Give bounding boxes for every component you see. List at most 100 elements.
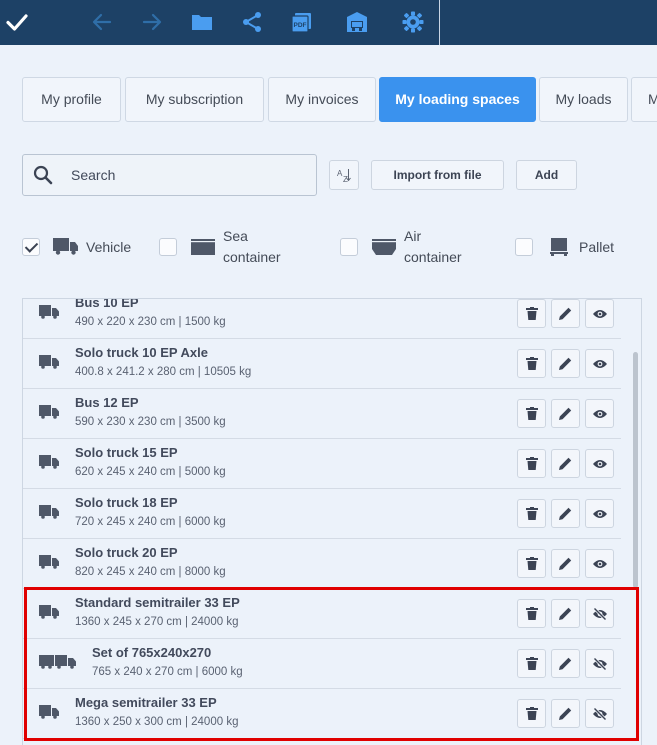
arrow-right-icon[interactable] (139, 9, 165, 35)
truck-icon (39, 605, 59, 624)
list-item[interactable]: Solo truck 10 EP Axle 400.8 x 241.2 x 28… (23, 339, 621, 389)
visibility-button[interactable] (585, 399, 614, 428)
eye-icon (592, 459, 607, 468)
list-item[interactable]: Bus 10 EP 490 x 220 x 230 cm | 1500 kg (23, 299, 621, 339)
tab-my-profile[interactable]: My profile (22, 77, 121, 122)
visibility-button[interactable] (585, 599, 614, 628)
vehicle-checkbox[interactable] (22, 238, 40, 256)
import-from-file-button[interactable]: Import from file (371, 160, 504, 190)
visibility-button[interactable] (585, 649, 614, 678)
top-toolbar: PDF (0, 0, 657, 45)
item-dimensions: 590 x 230 x 230 cm | 3500 kg (75, 416, 226, 428)
edit-button[interactable] (551, 349, 580, 378)
loading-spaces-list[interactable]: Bus 10 EP 490 x 220 x 230 cm | 1500 kg S… (22, 298, 642, 745)
eye-slash-icon (592, 607, 607, 620)
list-item[interactable]: Bus 12 EP 590 x 230 x 230 cm | 3500 kg (23, 389, 621, 439)
delete-button[interactable] (517, 399, 546, 428)
pencil-icon (559, 707, 572, 720)
item-dimensions: 1360 x 250 x 300 cm | 24000 kg (75, 716, 239, 728)
eye-icon (592, 509, 607, 518)
item-dimensions: 720 x 245 x 240 cm | 6000 kg (75, 516, 226, 528)
list-item[interactable]: Solo truck 20 EP 820 x 245 x 240 cm | 80… (23, 539, 621, 589)
filter-sea-container: Sea container (159, 226, 299, 268)
delete-button[interactable] (517, 349, 546, 378)
garage-icon[interactable] (344, 9, 370, 35)
item-dimensions: 400.8 x 241.2 x 280 cm | 10505 kg (75, 366, 252, 378)
edit-button[interactable] (551, 549, 580, 578)
truck-icon (39, 455, 59, 474)
gear-icon[interactable] (400, 9, 426, 35)
tab-my-invoices[interactable]: My invoices (268, 77, 376, 122)
delete-button[interactable] (517, 299, 546, 328)
trash-icon (525, 307, 538, 320)
visibility-button[interactable] (585, 499, 614, 528)
search-icon (33, 165, 53, 190)
sort-az-icon: AZ (337, 169, 351, 184)
delete-button[interactable] (517, 649, 546, 678)
edit-button[interactable] (551, 649, 580, 678)
item-name: Solo truck 10 EP Axle (75, 345, 208, 360)
toolbar-divider (439, 0, 440, 45)
list-item[interactable]: Standard semitrailer 33 EP 1360 x 245 x … (23, 589, 621, 639)
pdf-icon[interactable]: PDF (289, 9, 315, 35)
edit-button[interactable] (551, 449, 580, 478)
arrow-left-icon[interactable] (89, 9, 115, 35)
edit-button[interactable] (551, 399, 580, 428)
item-name: Standard semitrailer 33 EP (75, 595, 240, 610)
truck-icon (39, 305, 59, 324)
item-name: Bus 12 EP (75, 395, 139, 410)
item-dimensions: 765 x 240 x 270 cm | 6000 kg (92, 666, 243, 678)
list-item[interactable]: Set of 765x240x270 765 x 240 x 270 cm | … (23, 639, 621, 689)
svg-text:PDF: PDF (294, 22, 307, 29)
filter-label-pallet: Pallet (579, 239, 615, 255)
visibility-button[interactable] (585, 299, 614, 328)
eye-slash-icon (592, 707, 607, 720)
filter-label-sea-line2: container (223, 249, 281, 265)
sea-container-icon (191, 239, 215, 260)
trash-icon (525, 407, 538, 420)
share-icon[interactable] (239, 9, 265, 35)
edit-button[interactable] (551, 699, 580, 728)
tab-my-loads[interactable]: My loads (539, 77, 628, 122)
sort-az-button[interactable]: AZ (329, 160, 359, 190)
eye-icon (592, 409, 607, 418)
delete-button[interactable] (517, 499, 546, 528)
list-scrollbar[interactable] (633, 352, 638, 588)
air-container-checkbox[interactable] (340, 238, 358, 256)
air-container-icon (372, 239, 396, 260)
delete-button[interactable] (517, 599, 546, 628)
delete-button[interactable] (517, 549, 546, 578)
trash-icon (525, 657, 538, 670)
search-input[interactable] (71, 155, 311, 195)
search-box[interactable] (22, 154, 317, 196)
truck-icon (39, 705, 59, 724)
edit-button[interactable] (551, 499, 580, 528)
item-name: Solo truck 15 EP (75, 445, 178, 460)
eye-icon (592, 359, 607, 368)
edit-button[interactable] (551, 599, 580, 628)
visibility-button[interactable] (585, 549, 614, 578)
folder-icon[interactable] (189, 9, 215, 35)
edit-button[interactable] (551, 299, 580, 328)
list-item[interactable]: Mega semitrailer 33 EP 1360 x 250 x 300 … (23, 689, 621, 739)
item-name: Mega semitrailer 33 EP (75, 695, 217, 710)
pencil-icon (559, 607, 572, 620)
sea-container-checkbox[interactable] (159, 238, 177, 256)
pencil-icon (559, 357, 572, 370)
visibility-button[interactable] (585, 449, 614, 478)
list-item[interactable]: Solo truck 18 EP 720 x 245 x 240 cm | 60… (23, 489, 621, 539)
pallet-checkbox[interactable] (515, 238, 533, 256)
tab-more[interactable]: M (631, 77, 657, 122)
check-icon[interactable] (4, 9, 30, 35)
delete-button[interactable] (517, 699, 546, 728)
item-dimensions: 620 x 245 x 240 cm | 5000 kg (75, 466, 226, 478)
delete-button[interactable] (517, 449, 546, 478)
list-item[interactable]: Solo truck 15 EP 620 x 245 x 240 cm | 50… (23, 439, 621, 489)
tab-my-loading-spaces[interactable]: My loading spaces (379, 77, 536, 122)
item-name: Solo truck 18 EP (75, 495, 178, 510)
add-button[interactable]: Add (516, 160, 577, 190)
visibility-button[interactable] (585, 699, 614, 728)
tab-my-subscription[interactable]: My subscription (125, 77, 264, 122)
trash-icon (525, 707, 538, 720)
visibility-button[interactable] (585, 349, 614, 378)
